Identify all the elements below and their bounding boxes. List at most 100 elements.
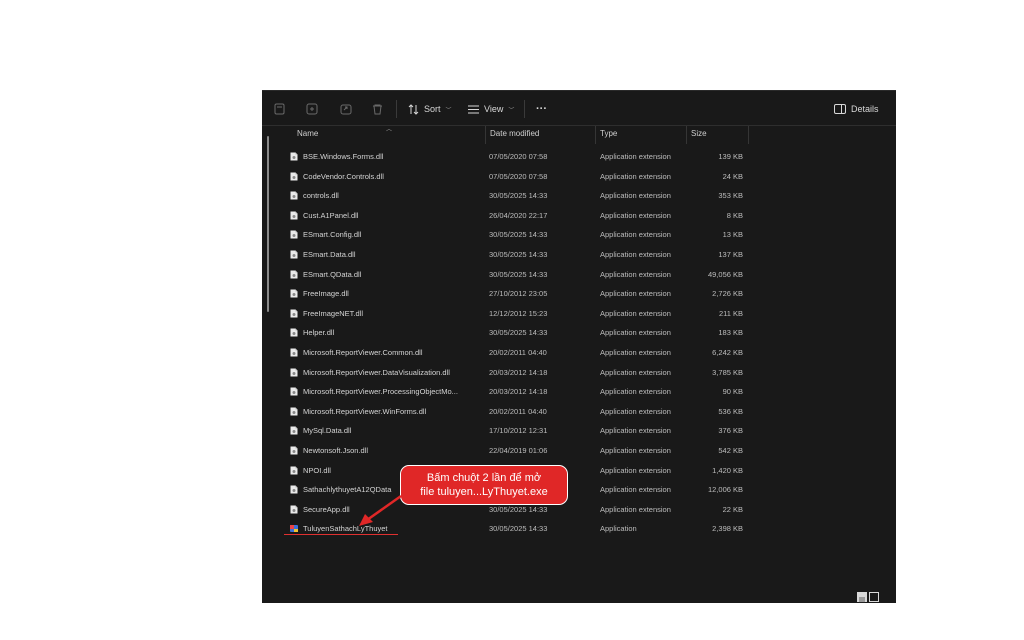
sort-button[interactable]: Sort ﹀ — [408, 91, 452, 127]
file-size: 353 KB — [718, 191, 743, 201]
file-row[interactable]: Microsoft.ReportViewer.Common.dll 20/02/2… — [288, 343, 758, 362]
file-name: Microsoft.ReportViewer.ProcessingObjectM… — [303, 387, 458, 397]
file-type: Application extension — [600, 191, 671, 201]
file-type: Application extension — [600, 446, 671, 455]
file-type: Application extension — [600, 406, 671, 416]
column-size-header[interactable]: Size — [691, 126, 707, 142]
file-row[interactable]: CodeVendor.Controls.dll 07/05/2020 07:58 A… — [288, 167, 758, 186]
file-date: 12/12/2012 15:23 — [489, 308, 548, 318]
view-button[interactable]: View ﹀ — [468, 91, 514, 127]
details-button[interactable]: Details — [834, 91, 879, 127]
file-size: 24 KB — [722, 171, 743, 181]
file-name: NPOI.dll — [303, 465, 331, 475]
file-row[interactable]: FreeImage.dll 27/10/2012 23:05 Application… — [288, 284, 758, 303]
column-divider[interactable] — [485, 126, 486, 144]
file-date: 07/05/2020 07:58 — [489, 171, 548, 181]
file-name: Newtonsoft.Json.dll — [303, 446, 369, 455]
file-row[interactable]: controls.dll 30/05/2025 14:33 Application … — [288, 186, 758, 205]
file-size: 211 KB — [718, 308, 743, 318]
file-size: 8 KB — [726, 210, 743, 220]
file-size: 13 KB — [722, 230, 743, 240]
column-divider[interactable] — [686, 126, 687, 144]
file-row[interactable]: Newtonsoft.Json.dll 22/04/2019 01:06 Appli… — [288, 441, 758, 460]
file-row[interactable]: FreeImageNET.dll 12/12/2012 15:23 Applicat… — [288, 304, 758, 323]
app-icon — [290, 525, 298, 533]
file-size: 1,420 KB — [712, 465, 743, 475]
details-pane-icon — [834, 104, 846, 114]
column-divider[interactable] — [595, 126, 596, 144]
dll-file-icon — [290, 172, 298, 181]
file-type: Application extension — [600, 465, 671, 475]
file-name: ESmart.Data.dll — [303, 250, 356, 259]
dll-file-icon — [290, 250, 298, 259]
file-date: 22/04/2019 01:06 — [489, 446, 548, 455]
large-icons-view-icon[interactable] — [869, 592, 879, 602]
file-row[interactable]: Microsoft.ReportViewer.WinForms.dll 20/02… — [288, 402, 758, 421]
dll-file-icon — [290, 328, 298, 337]
file-row[interactable]: MySql.Data.dll 17/10/2012 12:31 Applicatio… — [288, 421, 758, 440]
file-name: ESmart.Config.dll — [303, 230, 362, 240]
file-type: Application extension — [600, 328, 671, 338]
delete-icon[interactable] — [372, 91, 383, 127]
dll-file-icon — [290, 270, 298, 279]
file-date: 20/03/2012 14:18 — [489, 387, 548, 397]
details-view-icon[interactable] — [857, 592, 867, 603]
file-size: 3,785 KB — [712, 367, 743, 377]
file-size: 137 KB — [718, 250, 743, 259]
file-row[interactable]: BSE.Windows.Forms.dll 07/05/2020 07:58 App… — [288, 147, 758, 166]
file-row[interactable]: ESmart.Data.dll 30/05/2025 14:33 Applicati… — [288, 245, 758, 264]
file-name: Microsoft.ReportViewer.DataVisualization… — [303, 367, 450, 377]
dll-file-icon — [290, 485, 298, 494]
file-name: Helper.dll — [303, 328, 335, 338]
file-size: 90 KB — [722, 387, 743, 397]
file-row[interactable]: Microsoft.ReportViewer.ProcessingObjectM… — [288, 382, 758, 401]
file-date: 30/05/2025 14:33 — [489, 230, 548, 240]
file-type: Application extension — [600, 308, 671, 318]
dll-file-icon — [290, 505, 298, 514]
dll-file-icon — [290, 446, 298, 455]
file-name: Microsoft.ReportViewer.Common.dll — [303, 348, 423, 357]
more-options-button[interactable]: ··· — [536, 91, 547, 127]
column-divider[interactable] — [748, 126, 749, 144]
file-row[interactable]: Microsoft.ReportViewer.DataVisualization… — [288, 363, 758, 382]
dll-file-icon — [290, 230, 298, 239]
file-name: FreeImageNET.dll — [303, 308, 364, 318]
file-type: Application extension — [600, 367, 671, 377]
new-item-icon[interactable] — [274, 91, 285, 127]
column-type-header[interactable]: Type — [600, 126, 617, 142]
copy-icon[interactable] — [306, 91, 318, 127]
file-size: 2,726 KB — [712, 289, 743, 299]
file-name: MySql.Data.dll — [303, 426, 352, 436]
file-type: Application extension — [600, 504, 671, 514]
file-date: 30/05/2025 14:33 — [489, 191, 548, 201]
toolbar-divider — [396, 100, 397, 118]
file-size: 376 KB — [718, 426, 743, 436]
file-type: Application extension — [600, 348, 671, 357]
column-date-header[interactable]: Date modified — [490, 126, 539, 142]
file-size: 536 KB — [718, 406, 743, 416]
callout-arrow — [359, 494, 402, 526]
file-row[interactable]: Helper.dll 30/05/2025 14:33 Application ex… — [288, 323, 758, 342]
callout-line-1: Bấm chuột 2 lần để mở — [426, 472, 542, 484]
dll-file-icon — [290, 387, 298, 396]
dll-file-icon — [290, 466, 298, 475]
file-date: 27/10/2012 23:05 — [489, 289, 548, 299]
file-name: SecureApp.dll — [303, 504, 350, 514]
column-name-header[interactable]: Name — [297, 126, 318, 142]
file-name: Microsoft.ReportViewer.WinForms.dll — [303, 406, 427, 416]
file-size: 6,242 KB — [712, 348, 743, 357]
file-row[interactable]: ESmart.QData.dll 30/05/2025 14:33 Applicat… — [288, 265, 758, 284]
dll-file-icon — [290, 191, 298, 200]
file-size: 49,056 KB — [707, 269, 743, 279]
file-row[interactable]: Cust.A1Panel.dll 26/04/2020 22:17 Applicat… — [288, 206, 758, 225]
vertical-scrollbar[interactable] — [267, 136, 269, 312]
file-date: 20/03/2012 14:18 — [489, 367, 548, 377]
file-row[interactable]: ESmart.Config.dll 30/05/2025 14:33 Applica… — [288, 225, 758, 244]
dll-file-icon — [290, 309, 298, 318]
highlight-underline — [284, 534, 398, 535]
dll-file-icon — [290, 368, 298, 377]
file-date: 30/05/2025 14:33 — [489, 328, 548, 338]
file-type: Application — [600, 524, 637, 534]
file-size: 542 KB — [718, 446, 743, 455]
share-icon[interactable] — [340, 91, 352, 127]
